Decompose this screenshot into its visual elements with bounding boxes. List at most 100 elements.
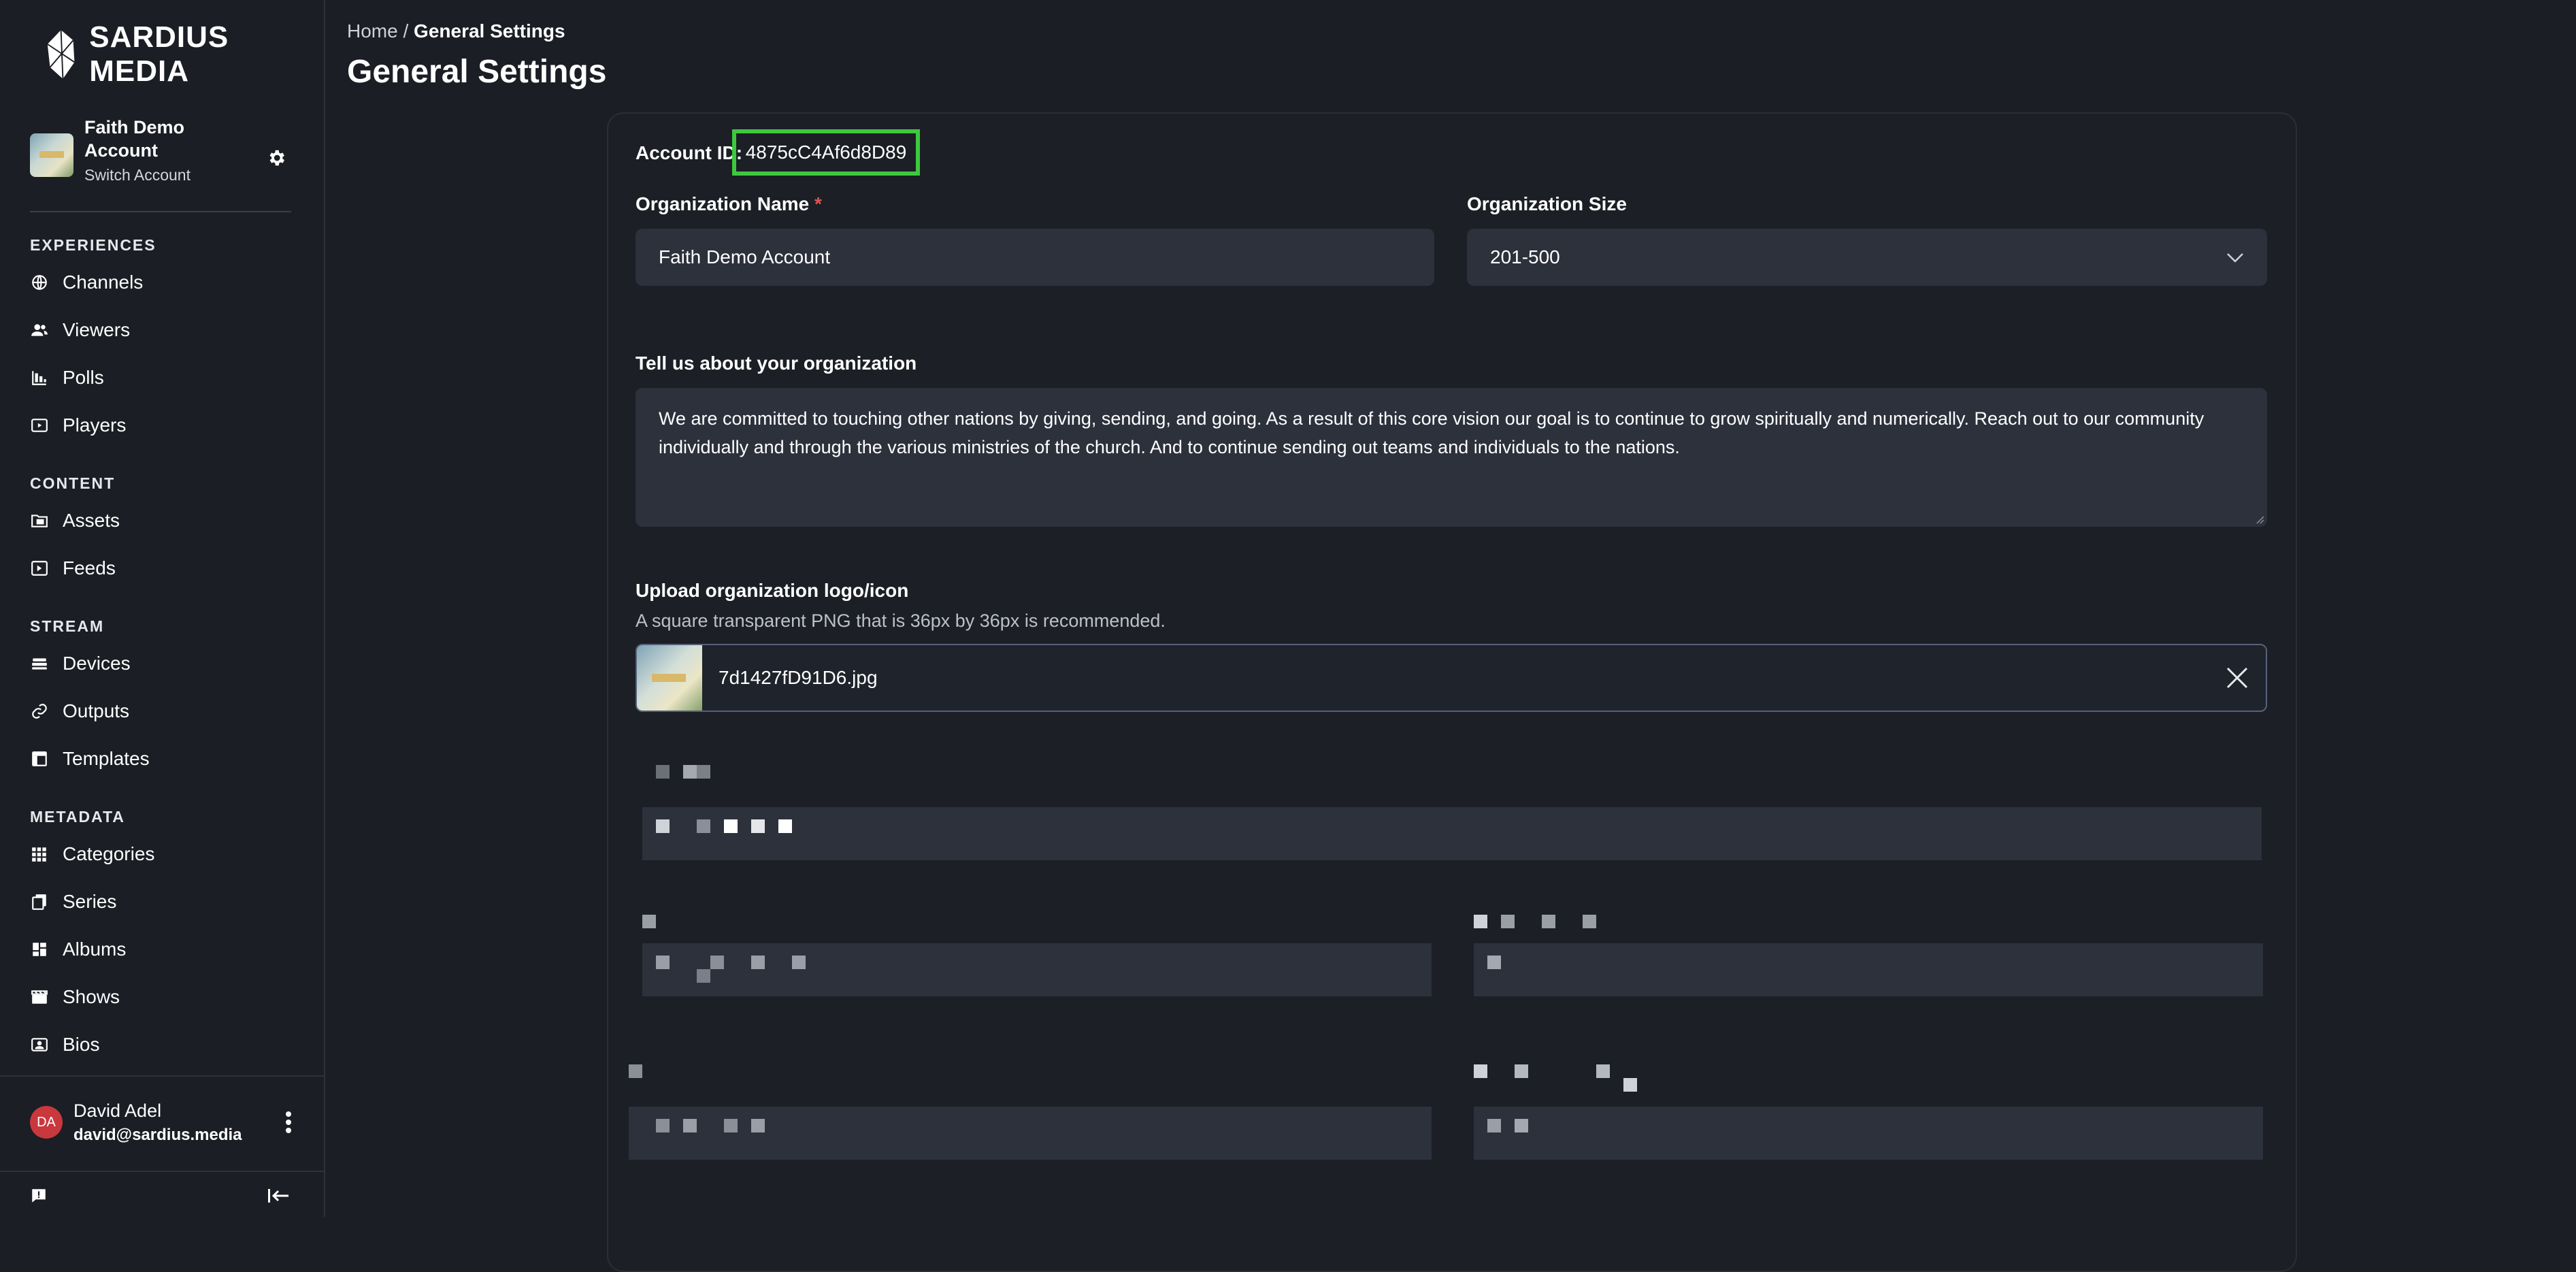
page-title: General Settings <box>347 54 607 90</box>
sidebar-item-series[interactable]: Series <box>30 878 302 926</box>
grid-icon <box>30 845 49 864</box>
sidebar-item-feeds[interactable]: Feeds <box>30 544 302 592</box>
feed-icon <box>30 559 49 578</box>
gear-icon[interactable] <box>261 143 291 173</box>
redacted-pixel <box>683 765 697 779</box>
sidebar-item-label: Assets <box>63 510 120 531</box>
redacted-pixel <box>697 969 710 983</box>
org-size-select[interactable]: 201-500 <box>1467 229 2267 286</box>
redacted-pixel <box>724 819 738 833</box>
contact-icon <box>30 1035 49 1054</box>
sidebar-divider <box>0 1075 324 1077</box>
sidebar-item-polls[interactable]: Polls <box>30 354 302 402</box>
clapper-icon <box>30 988 49 1007</box>
sidebar-item-label: Devices <box>63 653 131 674</box>
collapse-sidebar-icon[interactable] <box>267 1187 294 1207</box>
org-name-value: Faith Demo Account <box>659 246 831 267</box>
folder-media-icon <box>30 511 49 530</box>
logo-thumbnail <box>637 645 702 711</box>
sidebar-item-assets[interactable]: Assets <box>30 497 302 544</box>
sidebar-item-channels[interactable]: Channels <box>30 259 302 306</box>
bar-chart-icon <box>30 368 49 387</box>
sidebar-item-label: Outputs <box>63 700 130 721</box>
redacted-pixel <box>1623 1078 1637 1092</box>
org-size-label: Organization Size <box>1467 193 1627 214</box>
sidebar-item-templates[interactable]: Templates <box>30 735 302 783</box>
sidebar-item-label: Categories <box>63 843 155 864</box>
redacted-pixel <box>751 956 765 969</box>
nav-section-content: CONTENT <box>30 474 116 492</box>
sidebar-item-label: Feeds <box>63 557 116 578</box>
sidebar-item-bios[interactable]: Bios <box>30 1021 302 1069</box>
account-switcher[interactable]: Faith Demo Account Switch Account <box>30 116 291 191</box>
breadcrumb-home[interactable]: Home <box>347 20 398 42</box>
redacted-field <box>1474 943 2263 996</box>
resize-grip-icon[interactable] <box>2255 515 2264 524</box>
redacted-pixel <box>1487 956 1501 969</box>
redacted-pixel <box>656 956 670 969</box>
sidebar-item-devices[interactable]: Devices <box>30 640 302 687</box>
sidebar-item-label: Players <box>63 414 127 436</box>
redacted-pixel <box>1474 1064 1487 1078</box>
user-profile[interactable]: DA David Adel david@sardius.media <box>30 1092 302 1153</box>
logo-upload-field[interactable]: 7d1427fD91D6.jpg <box>635 644 2267 712</box>
redacted-pixel <box>656 1119 670 1132</box>
upload-filename: 7d1427fD91D6.jpg <box>719 667 878 688</box>
redacted-pixel <box>683 1119 697 1132</box>
feedback-icon[interactable] <box>30 1187 50 1207</box>
redacted-pixel <box>710 956 724 969</box>
about-value: We are committed to touching other natio… <box>659 408 2205 457</box>
redacted-pixel <box>656 819 670 833</box>
sidebar-divider <box>0 1171 324 1172</box>
brand-logo[interactable]: SARDIUS MEDIA <box>45 20 324 88</box>
sidebar-divider <box>30 211 291 212</box>
org-name-label: Organization Name * <box>635 193 822 215</box>
redacted-pixel <box>751 1119 765 1132</box>
redacted-pixel <box>724 1119 738 1132</box>
redacted-pixel <box>1542 915 1555 928</box>
required-mark: * <box>814 193 822 214</box>
copy-icon <box>30 892 49 911</box>
account-name: Faith Demo Account <box>84 117 185 161</box>
redacted-field <box>1474 1107 2263 1160</box>
sidebar-nav: EXPERIENCES Channels Viewers Polls Playe… <box>30 231 302 1069</box>
user-email: david@sardius.media <box>73 1125 242 1144</box>
sidebar-item-outputs[interactable]: Outputs <box>30 687 302 735</box>
redacted-pixel <box>697 765 710 779</box>
upload-hint: A square transparent PNG that is 36px by… <box>635 610 1166 631</box>
device-stack-icon <box>30 654 49 673</box>
sidebar-item-label: Polls <box>63 367 104 388</box>
redacted-pixel <box>1583 915 1596 928</box>
org-name-field[interactable]: Faith Demo Account <box>635 229 1434 286</box>
redacted-pixel <box>778 819 792 833</box>
redacted-pixel <box>1515 1119 1528 1132</box>
org-name-label-text: Organization Name <box>635 193 810 214</box>
upload-label: Upload organization logo/icon <box>635 580 909 601</box>
sidebar-item-label: Albums <box>63 939 127 960</box>
redacted-pixel <box>1515 1064 1528 1078</box>
sidebar-item-albums[interactable]: Albums <box>30 926 302 973</box>
sidebar-item-label: Templates <box>63 748 150 769</box>
sidebar-item-categories[interactable]: Categories <box>30 830 302 878</box>
redacted-pixel <box>751 819 765 833</box>
redacted-pixel <box>792 956 806 969</box>
nav-section-metadata: METADATA <box>30 808 125 826</box>
more-vertical-icon[interactable] <box>275 1105 302 1139</box>
link-icon <box>30 702 49 721</box>
sidebar-item-viewers[interactable]: Viewers <box>30 306 302 354</box>
redacted-pixel <box>1474 915 1487 928</box>
breadcrumb-current: General Settings <box>414 20 565 42</box>
sidebar-item-shows[interactable]: Shows <box>30 973 302 1021</box>
redacted-pixel <box>697 819 710 833</box>
brand-name: SARDIUS MEDIA <box>89 20 229 88</box>
switch-account-link[interactable]: Switch Account <box>84 166 248 184</box>
account-avatar <box>30 133 73 177</box>
close-icon[interactable] <box>2225 666 2249 690</box>
redacted-pixel <box>1487 1119 1501 1132</box>
about-textarea[interactable]: We are committed to touching other natio… <box>635 388 2267 527</box>
user-name: David Adel <box>73 1100 162 1121</box>
users-icon <box>30 321 49 340</box>
play-square-icon <box>30 416 49 435</box>
sidebar-item-players[interactable]: Players <box>30 402 302 449</box>
about-label: Tell us about your organization <box>635 353 917 374</box>
